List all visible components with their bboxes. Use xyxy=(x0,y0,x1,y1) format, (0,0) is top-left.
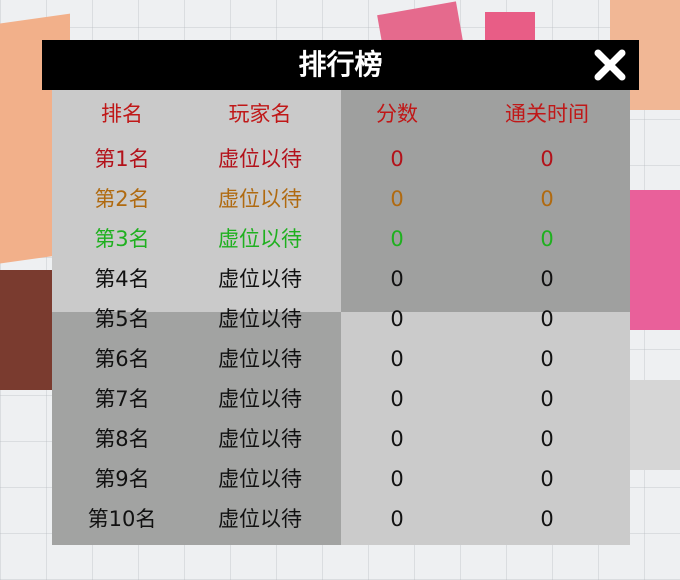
score-cell: 0 xyxy=(390,227,404,251)
rank-cell: 第5名 xyxy=(94,307,150,331)
rank-cell: 第8名 xyxy=(94,427,150,451)
rank-cell: 第9名 xyxy=(94,467,150,491)
header-player: 玩家名 xyxy=(228,102,292,126)
score-cell: 0 xyxy=(390,387,404,411)
time-cell: 0 xyxy=(540,507,554,531)
leaderboard-table: 排名 玩家名 分数 通关时间 第1名 虚位以待 0 0 第2名 虚位以待 0 0… xyxy=(52,90,630,545)
rank-cell: 第7名 xyxy=(94,387,150,411)
score-cell: 0 xyxy=(390,147,404,171)
table-row: 第8名 虚位以待 0 0 xyxy=(52,419,630,459)
score-cell: 0 xyxy=(390,187,404,211)
time-cell: 0 xyxy=(540,227,554,251)
rank-cell: 第1名 xyxy=(94,147,150,171)
time-cell: 0 xyxy=(540,467,554,491)
rank-cell: 第3名 xyxy=(94,227,150,251)
table-row: 第6名 虚位以待 0 0 xyxy=(52,339,630,379)
header-time: 通关时间 xyxy=(505,102,589,126)
rank-cell: 第10名 xyxy=(87,507,157,531)
rank-cell: 第2名 xyxy=(94,187,150,211)
close-icon xyxy=(594,49,626,81)
leaderboard-panel: 排行榜 排名 玩家名 分数 通关时间 第1名 虚位以待 0 0 第2名 虚位以待… xyxy=(42,40,639,545)
player-cell: 虚位以待 xyxy=(218,507,302,531)
leaderboard-title: 排行榜 xyxy=(298,48,383,81)
score-cell: 0 xyxy=(390,427,404,451)
table-row: 第5名 虚位以待 0 0 xyxy=(52,299,630,339)
score-cell: 0 xyxy=(390,507,404,531)
close-button[interactable] xyxy=(593,48,627,82)
table-row: 第2名 虚位以待 0 0 xyxy=(52,179,630,219)
score-cell: 0 xyxy=(390,467,404,491)
player-cell: 虚位以待 xyxy=(218,387,302,411)
player-cell: 虚位以待 xyxy=(218,227,302,251)
player-cell: 虚位以待 xyxy=(218,147,302,171)
rank-cell: 第4名 xyxy=(94,267,150,291)
time-cell: 0 xyxy=(540,347,554,371)
table-row: 第4名 虚位以待 0 0 xyxy=(52,259,630,299)
table-row: 第3名 虚位以待 0 0 xyxy=(52,219,630,259)
table-row: 第1名 虚位以待 0 0 xyxy=(52,139,630,179)
time-cell: 0 xyxy=(540,387,554,411)
title-bar: 排行榜 xyxy=(42,40,639,90)
player-cell: 虚位以待 xyxy=(218,427,302,451)
time-cell: 0 xyxy=(540,187,554,211)
time-cell: 0 xyxy=(540,307,554,331)
score-cell: 0 xyxy=(390,307,404,331)
player-cell: 虚位以待 xyxy=(218,187,302,211)
table-row: 第9名 虚位以待 0 0 xyxy=(52,459,630,499)
time-cell: 0 xyxy=(540,427,554,451)
time-cell: 0 xyxy=(540,267,554,291)
player-cell: 虚位以待 xyxy=(218,467,302,491)
player-cell: 虚位以待 xyxy=(218,347,302,371)
header-rank: 排名 xyxy=(101,102,143,126)
time-cell: 0 xyxy=(540,147,554,171)
table-row: 第7名 虚位以待 0 0 xyxy=(52,379,630,419)
header-score: 分数 xyxy=(376,102,418,126)
rank-cell: 第6名 xyxy=(94,347,150,371)
player-cell: 虚位以待 xyxy=(218,307,302,331)
score-cell: 0 xyxy=(390,347,404,371)
score-cell: 0 xyxy=(390,267,404,291)
table-row: 第10名 虚位以待 0 0 xyxy=(52,499,630,539)
table-header-row: 排名 玩家名 分数 通关时间 xyxy=(52,94,630,134)
player-cell: 虚位以待 xyxy=(218,267,302,291)
